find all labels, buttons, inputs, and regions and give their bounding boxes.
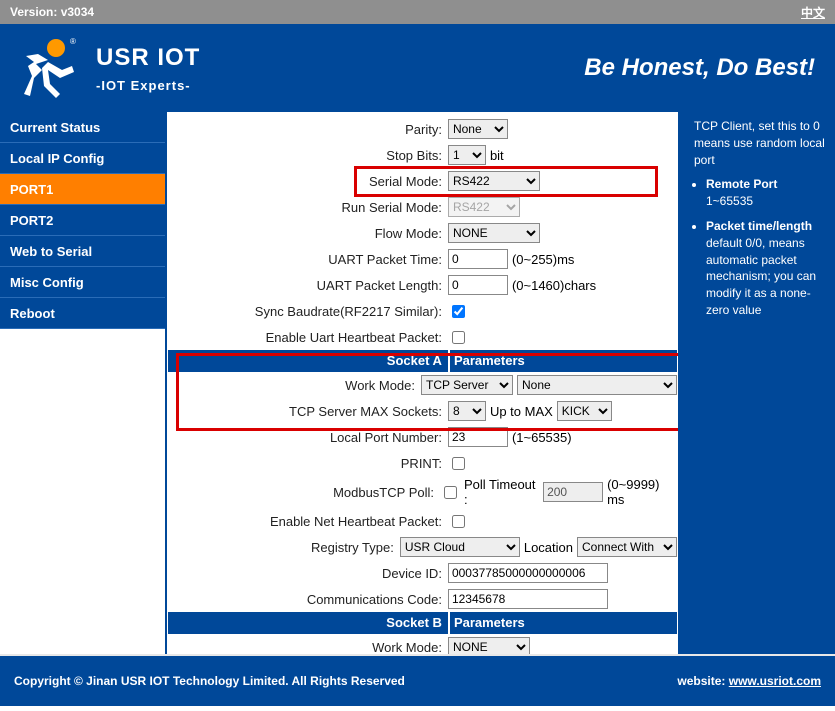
uartpktlen-input[interactable] [448, 275, 508, 295]
sidebar-item-misc-config[interactable]: Misc Config [0, 267, 165, 298]
modbus-checkbox[interactable] [444, 486, 457, 499]
website-link[interactable]: www.usriot.com [729, 674, 821, 688]
sidebar-item-current-status[interactable]: Current Status [0, 112, 165, 143]
syncbaud-checkbox[interactable] [452, 305, 465, 318]
uartpkttime-input[interactable] [448, 249, 508, 269]
flowmode-label: Flow Mode: [168, 226, 448, 241]
copyright-text: Copyright © Jinan USR IOT Technology Lim… [14, 674, 405, 688]
parity-select[interactable]: None [448, 119, 508, 139]
modbus-suffix: (0~9999) ms [607, 477, 677, 507]
brand-title: USR IOT [96, 44, 200, 72]
website-block: website: www.usriot.com [677, 674, 821, 688]
socket-a-right: Parameters [448, 350, 677, 372]
language-link[interactable]: 中文 [801, 4, 825, 21]
sidebar-item-port1[interactable]: PORT1 [0, 174, 165, 205]
socket-b-left: Socket B [168, 612, 448, 634]
localport-label: Local Port Number: [168, 430, 448, 445]
stopbits-suffix: bit [490, 148, 504, 163]
deviceid-input[interactable] [448, 563, 608, 583]
commcode-label: Communications Code: [168, 592, 448, 607]
brand-subtitle: -IOT Experts- [96, 78, 200, 93]
nethb-label: Enable Net Heartbeat Packet: [168, 514, 448, 529]
regtype-mid: Location [524, 540, 573, 555]
tcpmax-mid: Up to MAX [490, 404, 553, 419]
regtype-select[interactable]: USR Cloud [400, 537, 520, 557]
workmodeA-select[interactable]: TCP Server [421, 375, 513, 395]
socket-b-header: Socket B Parameters [168, 612, 677, 634]
socket-a-left: Socket A [168, 350, 448, 372]
flowmode-select[interactable]: NONE [448, 223, 540, 243]
stopbits-select[interactable]: 1 [448, 145, 486, 165]
sidebar-item-port2[interactable]: PORT2 [0, 205, 165, 236]
serialmode-label: Serial Mode: [168, 174, 448, 189]
uarthb-label: Enable Uart Heartbeat Packet: [168, 330, 448, 345]
help-remote-title: Remote Port [706, 177, 777, 191]
uartpkttime-suffix: (0~255)ms [512, 252, 575, 267]
modbus-timeout-input [543, 482, 603, 502]
sidebar: Current Status Local IP Config PORT1 POR… [0, 112, 165, 654]
syncbaud-label: Sync Baudrate(RF2217 Similar): [168, 304, 448, 319]
slogan: Be Honest, Do Best! [584, 54, 815, 82]
stopbits-label: Stop Bits: [168, 148, 448, 163]
version-text: Version: v3034 [10, 5, 94, 19]
socket-b-right: Parameters [448, 612, 677, 634]
tcpmax-select[interactable]: 8 [448, 401, 486, 421]
topbar: Version: v3034 中文 [0, 0, 835, 24]
brand-block: USR IOT -IOT Experts- [96, 44, 200, 93]
help-remote-body: 1~65535 [706, 194, 753, 208]
modbus-label: ModbusTCP Poll: [168, 485, 440, 500]
svg-text:®: ® [70, 37, 76, 46]
help-panel: TCP Client, set this to 0 means use rand… [680, 112, 835, 654]
sidebar-item-reboot[interactable]: Reboot [0, 298, 165, 329]
regtype-select2[interactable]: Connect With [577, 537, 677, 557]
serialmode-select[interactable]: RS422 [448, 171, 540, 191]
print-label: PRINT: [168, 456, 448, 471]
header: ® USR IOT -IOT Experts- Be Honest, Do Be… [0, 24, 835, 112]
help-packet-title: Packet time/length [706, 219, 812, 233]
nethb-checkbox[interactable] [452, 515, 465, 528]
regtype-label: Registry Type: [168, 540, 400, 555]
modbus-mid: Poll Timeout : [464, 477, 539, 507]
uarthb-checkbox[interactable] [452, 331, 465, 344]
help-intro: TCP Client, set this to 0 means use rand… [694, 118, 825, 168]
logo-icon: ® [18, 36, 78, 100]
tcpmax-select2[interactable]: KICK [557, 401, 612, 421]
sidebar-item-web-to-serial[interactable]: Web to Serial [0, 236, 165, 267]
deviceid-label: Device ID: [168, 566, 448, 581]
localport-input[interactable] [448, 427, 508, 447]
help-packet-body: default 0/0, means automatic packet mech… [706, 236, 816, 317]
workmodeB-select[interactable]: NONE [448, 637, 530, 654]
runserialmode-select: RS422 [448, 197, 520, 217]
uartpktlen-suffix: (0~1460)chars [512, 278, 596, 293]
tcpmax-label: TCP Server MAX Sockets: [168, 404, 448, 419]
uartpkttime-label: UART Packet Time: [168, 252, 448, 267]
sidebar-item-local-ip[interactable]: Local IP Config [0, 143, 165, 174]
parity-label: Parity: [168, 122, 448, 137]
localport-suffix: (1~65535) [512, 430, 572, 445]
runserialmode-label: Run Serial Mode: [168, 200, 448, 215]
uartpktlen-label: UART Packet Length: [168, 278, 448, 293]
commcode-input[interactable] [448, 589, 608, 609]
workmodeA-label: Work Mode: [168, 378, 421, 393]
footer: Copyright © Jinan USR IOT Technology Lim… [0, 656, 835, 706]
socket-a-header: Socket A Parameters [168, 350, 677, 372]
main-panel: Parity: None Stop Bits: 1 bit Serial Mode… [165, 112, 680, 654]
print-checkbox[interactable] [452, 457, 465, 470]
workmodeA-select2[interactable]: None [517, 375, 677, 395]
workmodeB-label: Work Mode: [168, 640, 448, 655]
